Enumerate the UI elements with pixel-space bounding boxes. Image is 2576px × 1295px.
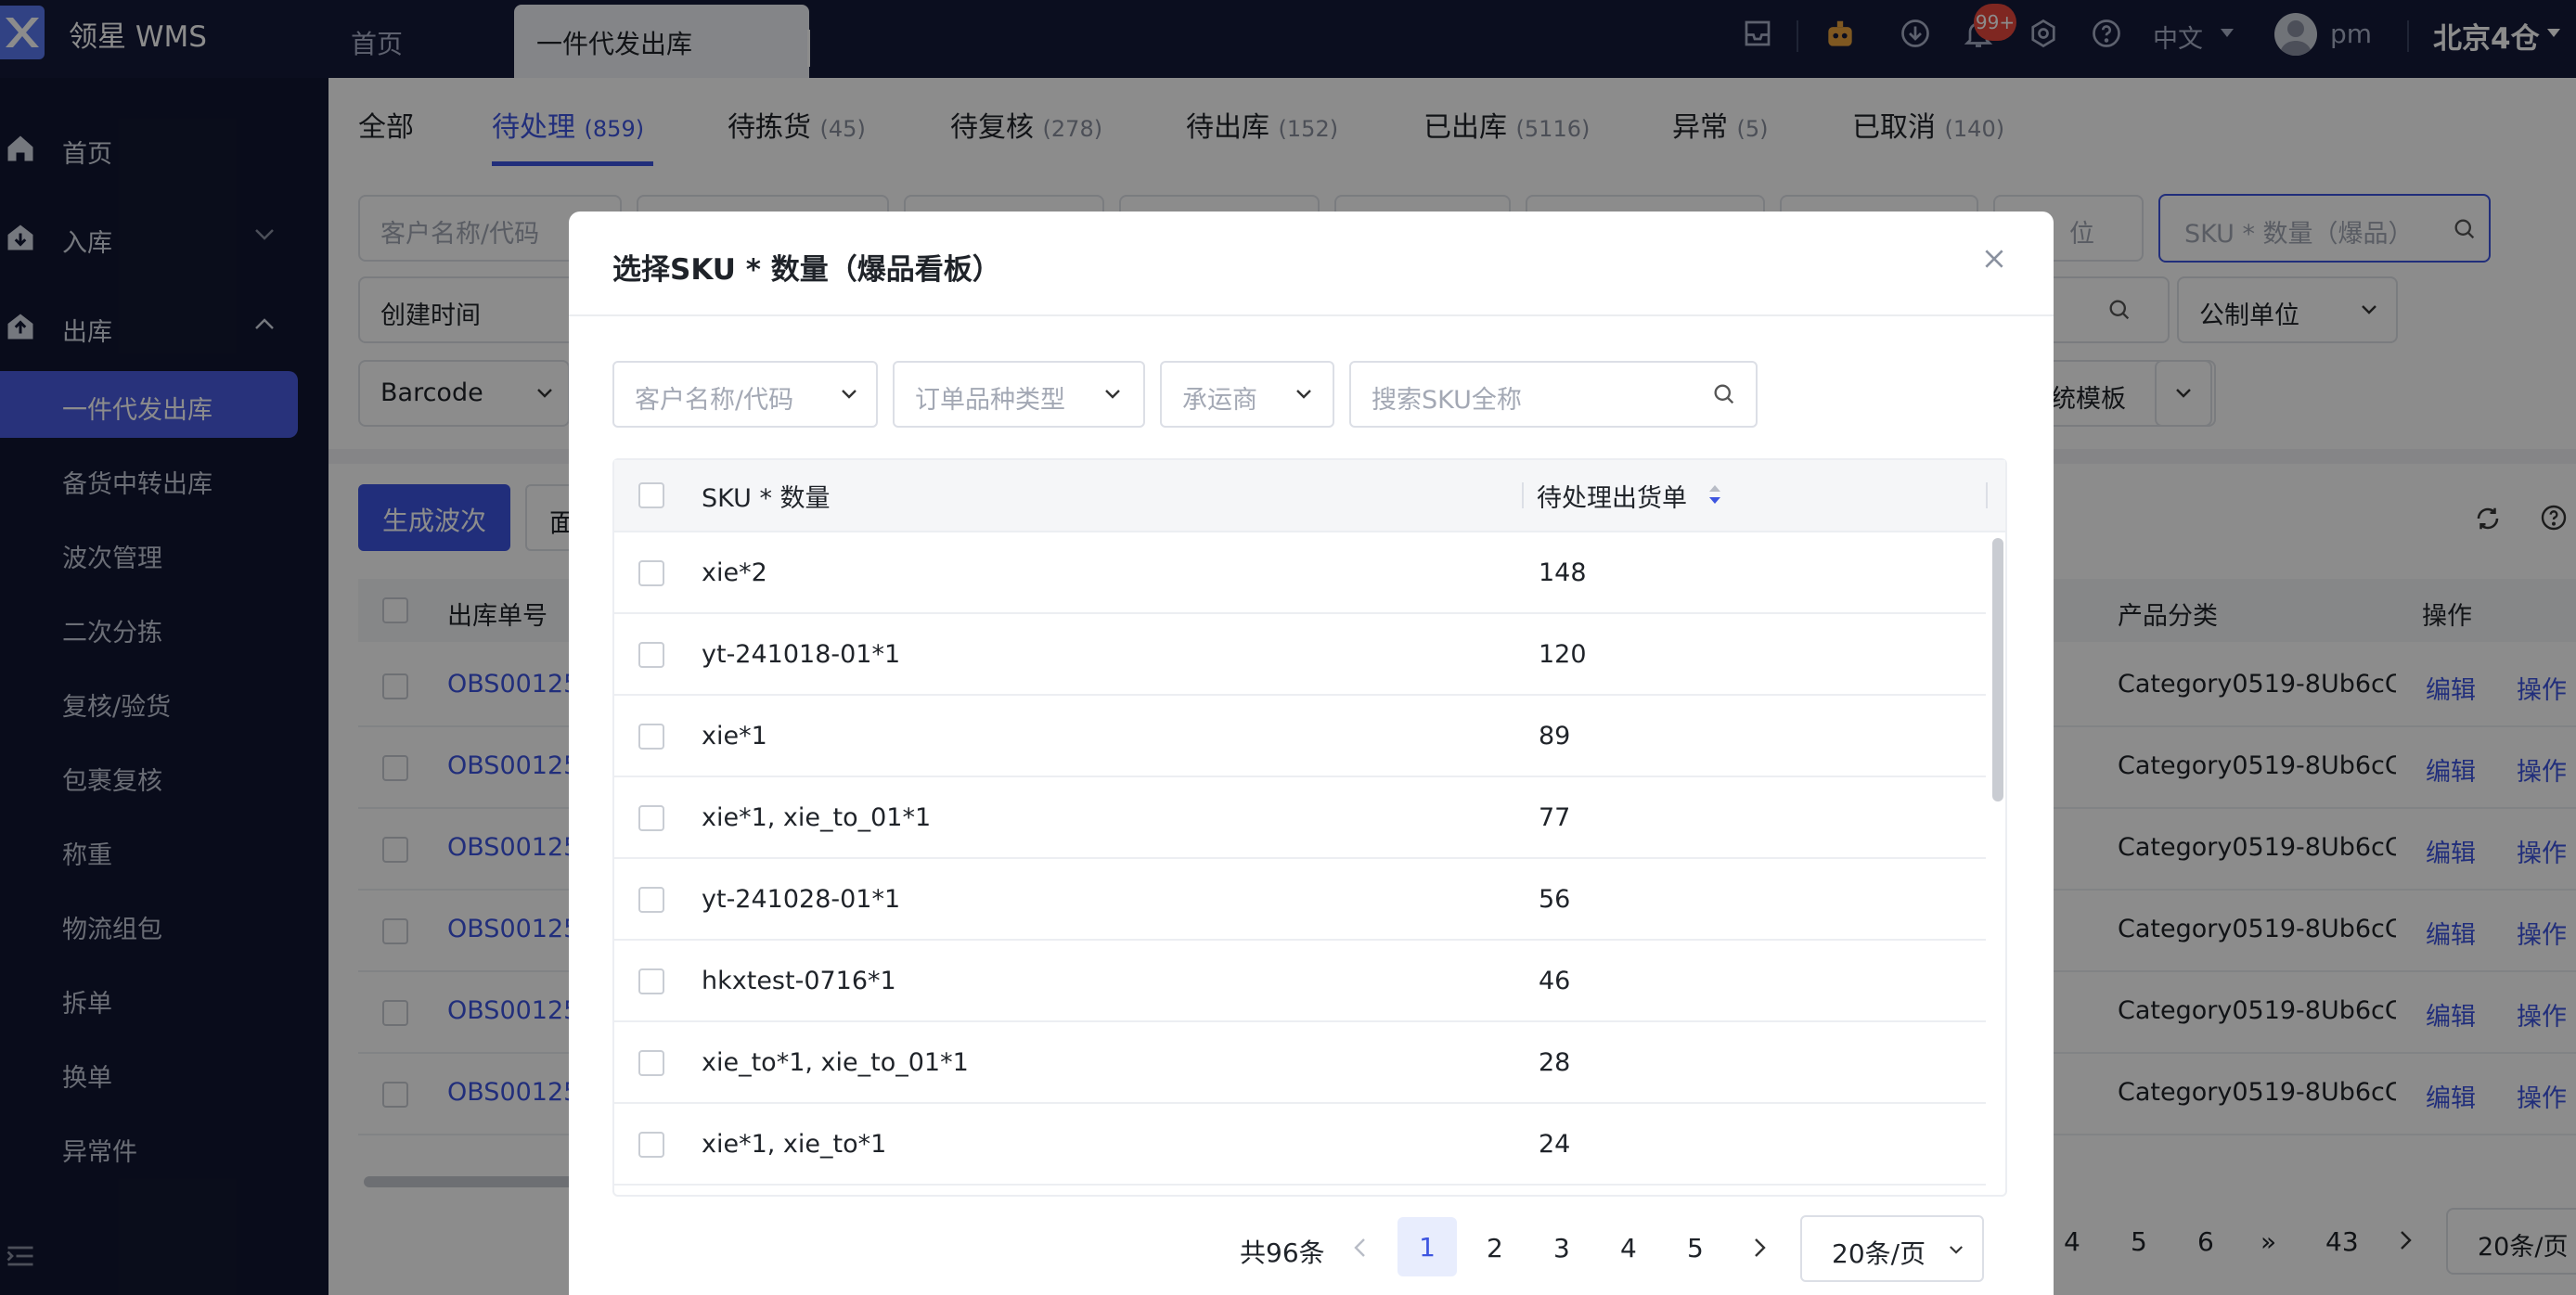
sku-row[interactable]: xie*1, xie_to*1 24 (614, 1104, 1986, 1186)
filter-placeholder: 承运商 (1182, 386, 1257, 415)
pending-orders-cell: 89 (1539, 722, 1571, 750)
sku-qty-cell: yt-241018-01*1 (702, 640, 901, 669)
sku-qty-cell: xie*1, xie_to*1 (702, 1130, 887, 1159)
sku-row[interactable]: hkxtest-0716*1 46 (614, 941, 1986, 1022)
sort-icon[interactable] (1707, 482, 1722, 506)
page-button[interactable]: 2 (1487, 1233, 1503, 1263)
row-checkbox[interactable] (638, 560, 664, 586)
sku-row[interactable]: yt-241028-01*1 56 (614, 859, 1986, 941)
chevron-down-icon (1295, 389, 1312, 400)
filter-placeholder: 订单品种类型 (915, 386, 1065, 415)
close-icon[interactable] (1982, 247, 2006, 271)
page-number: 1 (1419, 1232, 1436, 1263)
pending-orders-cell: 120 (1539, 640, 1587, 669)
pending-orders-cell: 24 (1539, 1130, 1571, 1159)
chevron-down-icon (841, 389, 857, 400)
select-all-checkbox[interactable] (638, 482, 664, 508)
modal-divider (569, 314, 2054, 316)
modal-sku-search-input[interactable]: 搜索SKU全称 (1349, 361, 1758, 428)
page-button[interactable]: 5 (1687, 1233, 1704, 1263)
modal-title: 选择SKU * 数量（爆品看板） (612, 253, 1001, 287)
vertical-scrollbar[interactable] (1992, 538, 2003, 801)
total-count: 共96条 (1240, 1237, 1325, 1268)
pending-orders-cell: 148 (1539, 558, 1587, 587)
page-button[interactable]: 4 (1620, 1233, 1637, 1263)
search-icon (1714, 384, 1734, 404)
chevron-right-icon[interactable] (1754, 1237, 1767, 1258)
pending-orders-cell: 77 (1539, 803, 1571, 832)
modal-carrier-select[interactable]: 承运商 (1160, 361, 1334, 428)
sku-row[interactable]: xie_to*1, xie_to_01*1 28 (614, 1022, 1986, 1104)
modal-order-type-select[interactable]: 订单品种类型 (893, 361, 1145, 428)
column-pending-orders[interactable]: 待处理出货单 (1537, 478, 1687, 514)
filter-placeholder: 搜索SKU全称 (1372, 386, 1522, 415)
sku-qty-cell: yt-241028-01*1 (702, 885, 901, 914)
row-checkbox[interactable] (638, 724, 664, 750)
column-divider (1986, 482, 1988, 508)
modal-page-size-select[interactable]: 20条/页 (1800, 1215, 1984, 1282)
column-divider (1522, 482, 1524, 508)
chevron-down-icon (1950, 1246, 1963, 1254)
sku-row[interactable]: xie*1, xie_to_01*1 77 (614, 777, 1986, 859)
sku-row[interactable]: xie*2 148 (614, 532, 1986, 614)
row-checkbox[interactable] (638, 1050, 664, 1076)
sku-qty-cell: xie_to*1, xie_to_01*1 (702, 1048, 969, 1077)
row-checkbox[interactable] (638, 805, 664, 831)
row-checkbox[interactable] (638, 887, 664, 913)
modal-customer-select[interactable]: 客户名称/代码 (612, 361, 878, 428)
row-checkbox[interactable] (638, 642, 664, 668)
pending-orders-cell: 28 (1539, 1048, 1571, 1077)
sku-row[interactable]: xie*1 89 (614, 696, 1986, 777)
chevron-left-icon[interactable] (1353, 1237, 1366, 1258)
column-sku-qty: SKU * 数量 (702, 484, 831, 513)
chevron-down-icon (1104, 389, 1121, 400)
filter-placeholder: 客户名称/代码 (635, 386, 794, 415)
pending-orders-cell: 46 (1539, 967, 1571, 995)
sku-qty-cell: xie*2 (702, 558, 767, 587)
row-checkbox[interactable] (638, 1132, 664, 1158)
row-checkbox[interactable] (638, 968, 664, 994)
page-button-current[interactable]: 1 (1397, 1217, 1457, 1276)
sku-qty-cell: xie*1 (702, 722, 767, 750)
sku-row[interactable]: yt-241018-01*1 120 (614, 614, 1986, 696)
sku-qty-cell: xie*1, xie_to_01*1 (702, 803, 932, 832)
sku-qty-cell: hkxtest-0716*1 (702, 967, 896, 995)
page-button[interactable]: 3 (1553, 1233, 1570, 1263)
pending-orders-cell: 56 (1539, 885, 1571, 914)
page-size-label: 20条/页 (1832, 1238, 1926, 1269)
